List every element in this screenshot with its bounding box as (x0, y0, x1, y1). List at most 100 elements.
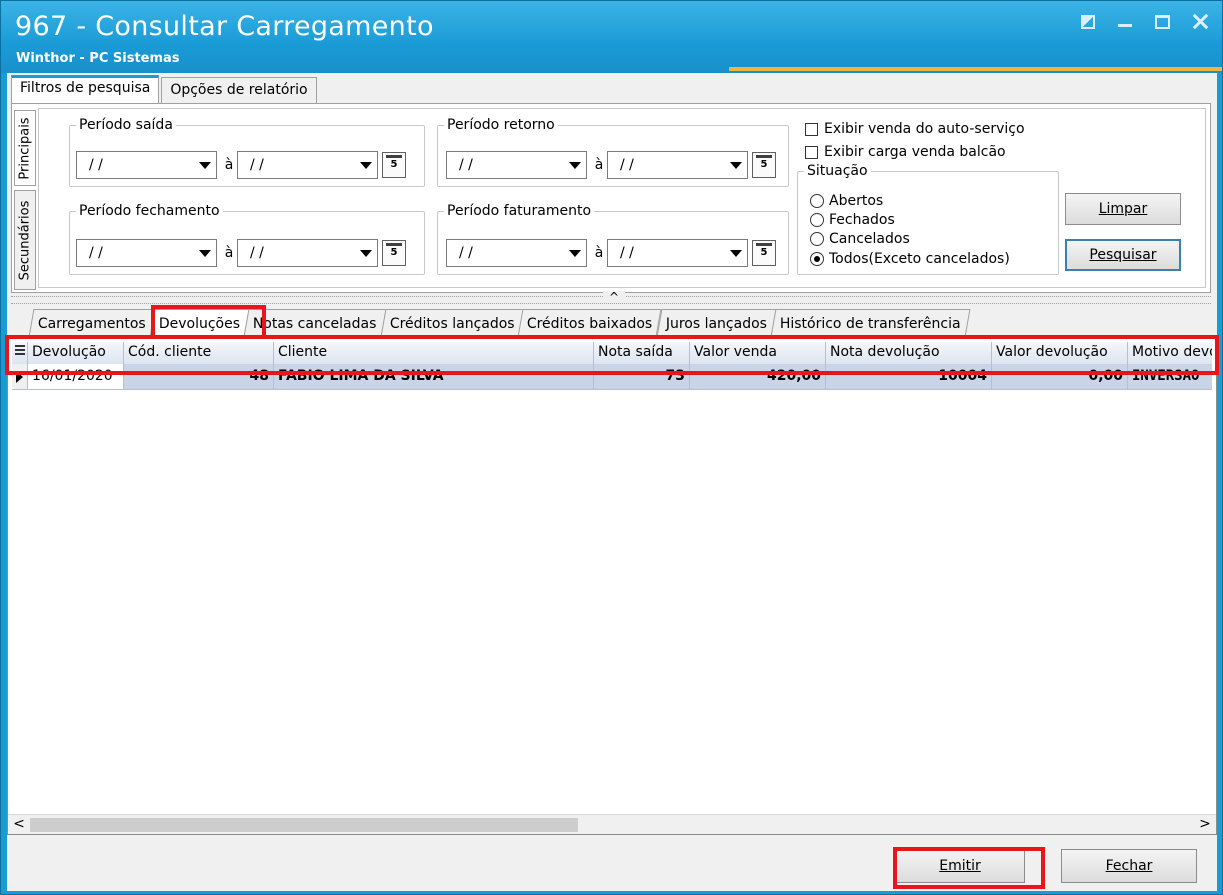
radio-abertos[interactable]: Abertos (810, 193, 883, 209)
side-tab-principais-label: Principais (17, 116, 33, 180)
radio-abertos-circle[interactable] (810, 194, 824, 208)
calendar-icon[interactable]: 5 (382, 152, 406, 178)
periodo-saida-from-value: / / (89, 157, 103, 173)
column-header[interactable]: Valor devolução (992, 342, 1128, 364)
tab-creditos-lancados[interactable]: Créditos lançados (380, 309, 524, 337)
cell-cod-cliente[interactable]: 48 (124, 364, 274, 390)
horizontal-scrollbar[interactable]: < > (8, 814, 1216, 834)
chevron-down-icon[interactable] (565, 153, 585, 177)
calendar-icon[interactable]: 5 (752, 240, 776, 266)
tab-carregamentos[interactable]: Carregamentos (28, 309, 156, 337)
cell-valor-venda[interactable]: 420,00 (690, 364, 826, 390)
periodo-saida-to[interactable]: / / (237, 151, 378, 179)
column-header[interactable]: Cód. cliente (124, 342, 274, 364)
radio-fechados[interactable]: Fechados (810, 212, 895, 228)
tab-devolucoes[interactable]: Devoluções (149, 309, 250, 337)
emitir-button[interactable]: Emitir (895, 849, 1025, 883)
filter-panel: Principais Secundários Período saída / /… (11, 103, 1211, 293)
column-header[interactable]: Cliente (274, 342, 594, 364)
tab-notas-canceladas-label: Notas canceladas (252, 316, 377, 332)
periodo-retorno-to[interactable]: / / (607, 151, 748, 179)
periodo-faturamento-from[interactable]: / / (446, 239, 587, 267)
group-periodo-saida: Período saída / / à / / 5 (69, 117, 425, 187)
limpar-button[interactable]: Limpar (1065, 193, 1181, 225)
group-situacao: Situação Abertos Fechados Cancelados Tod… (797, 163, 1059, 275)
periodo-fechamento-from[interactable]: / / (76, 239, 217, 267)
tab-juros-lancados[interactable]: Juros lançados (656, 309, 777, 337)
maximize-icon[interactable] (1155, 15, 1170, 29)
minimize-icon[interactable] (1117, 13, 1133, 29)
cell-nota-devolucao[interactable]: 10004 (826, 364, 992, 390)
chevron-down-icon[interactable] (195, 241, 215, 265)
fechar-button[interactable]: Fechar (1061, 849, 1197, 883)
column-header[interactable]: Nota saída (594, 342, 690, 364)
check-auto-servico-label: Exibir venda do auto-serviço (824, 121, 1025, 137)
radio-todos[interactable]: Todos(Exceto cancelados) (810, 251, 1010, 267)
result-tab-strip: Carregamentos Devoluções Notas cancelada… (28, 309, 971, 337)
filter-fields: Período saída / / à / / 5 Período retorn… (38, 108, 1206, 288)
date-separator: à (594, 245, 604, 261)
tab-creditos-lancados-label: Créditos lançados (389, 316, 515, 332)
periodo-faturamento-to-value: / / (620, 245, 634, 261)
radio-fechados-circle[interactable] (810, 213, 824, 227)
radio-todos-label: Todos(Exceto cancelados) (829, 251, 1010, 267)
chevron-down-icon[interactable] (726, 241, 746, 265)
window-subtitle: Winthor - PC Sistemas (16, 51, 180, 66)
situacao-label: Situação (807, 163, 868, 179)
periodo-retorno-from[interactable]: / / (446, 151, 587, 179)
check-auto-servico[interactable]: Exibir venda do auto-serviço (805, 121, 1025, 137)
column-menu-icon[interactable] (12, 342, 28, 364)
side-tab-principais[interactable]: Principais (14, 110, 36, 186)
cell-motivo[interactable]: INVERSAO (1128, 364, 1212, 390)
collapse-arrow-icon[interactable]: ^ (603, 291, 625, 303)
radio-todos-circle[interactable] (810, 252, 824, 266)
checkbox-venda-balcao[interactable] (805, 145, 818, 159)
title-bar[interactable]: 967 - Consultar Carregamento Winthor - P… (1, 1, 1222, 73)
tab-creditos-baixados[interactable]: Créditos baixados (517, 309, 663, 337)
tab-opcoes-relatorio[interactable]: Opções de relatório (161, 77, 317, 103)
restore-icon[interactable] (1081, 15, 1095, 29)
menu-lines-icon (14, 345, 25, 357)
radio-cancelados-circle[interactable] (810, 232, 824, 246)
chevron-down-icon[interactable] (356, 241, 376, 265)
tab-filtros-pesquisa[interactable]: Filtros de pesquisa (11, 75, 160, 103)
calendar-icon[interactable]: 5 (382, 240, 406, 266)
panel-splitter[interactable]: ^ (11, 291, 1211, 304)
chevron-down-icon[interactable] (195, 153, 215, 177)
periodo-fechamento-to[interactable]: / / (237, 239, 378, 267)
checkbox-auto-servico[interactable] (805, 122, 818, 136)
periodo-saida-from[interactable]: / / (76, 151, 217, 179)
chevron-down-icon[interactable] (726, 153, 746, 177)
chevron-down-icon[interactable] (356, 153, 376, 177)
close-icon[interactable] (1192, 13, 1208, 29)
column-header[interactable]: Devolução (28, 342, 124, 364)
pesquisar-button[interactable]: Pesquisar (1065, 239, 1181, 271)
date-separator: à (594, 157, 604, 173)
calendar-icon[interactable]: 5 (752, 152, 776, 178)
footer-bar: Emitir Fechar (7, 835, 1217, 891)
devolucoes-grid: Devolução Cód. cliente Cliente Nota saíd… (7, 337, 1217, 835)
table-row[interactable]: 16/01/2020 48 FABIO LIMA DA SILVA 73 420… (12, 364, 1212, 390)
cell-valor-devolucao[interactable]: 0,00 (992, 364, 1128, 390)
cell-cliente[interactable]: FABIO LIMA DA SILVA (274, 364, 594, 390)
chevron-down-icon[interactable] (565, 241, 585, 265)
radio-cancelados[interactable]: Cancelados (810, 231, 910, 247)
scroll-thumb[interactable] (30, 818, 578, 832)
row-indicator-icon (12, 364, 28, 390)
cell-nota-saida[interactable]: 73 (594, 364, 690, 390)
column-header[interactable]: Valor venda (690, 342, 826, 364)
column-header[interactable]: Motivo devo (1128, 342, 1212, 364)
check-venda-balcao[interactable]: Exibir carga venda balcão (805, 144, 1006, 160)
radio-abertos-label: Abertos (829, 193, 884, 209)
group-periodo-fechamento: Período fechamento / / à / / 5 (69, 203, 425, 275)
tab-historico-transferencia[interactable]: Histórico de transferência (770, 309, 971, 337)
periodo-retorno-label: Período retorno (447, 117, 555, 133)
top-tab-strip: Filtros de pesquisa Opções de relatório (11, 75, 319, 103)
periodo-faturamento-to[interactable]: / / (607, 239, 748, 267)
scroll-right-icon[interactable]: > (1196, 816, 1214, 834)
cell-devolucao[interactable]: 16/01/2020 (28, 364, 124, 390)
scroll-left-icon[interactable]: < (10, 816, 28, 834)
tab-notas-canceladas[interactable]: Notas canceladas (243, 309, 387, 337)
column-header[interactable]: Nota devolução (826, 342, 992, 364)
side-tab-secundarios[interactable]: Secundários (14, 190, 36, 290)
